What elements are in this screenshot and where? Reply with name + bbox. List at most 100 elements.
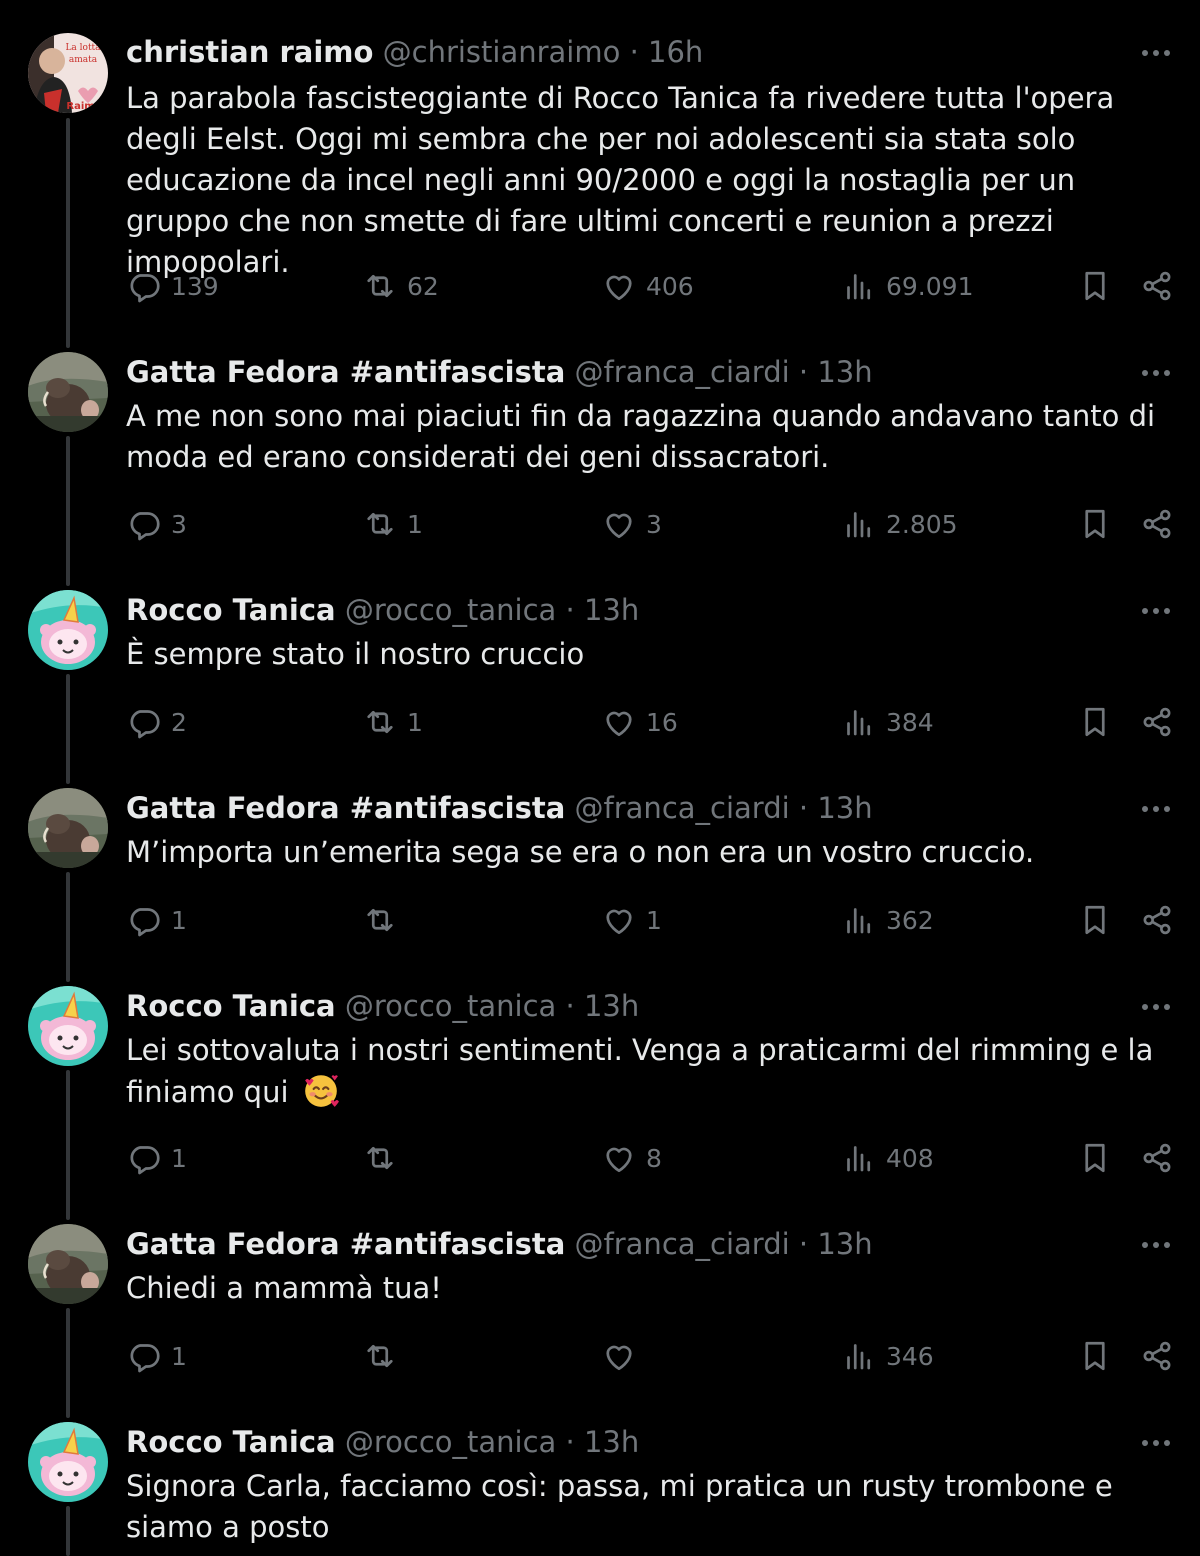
like-button[interactable]: 406 bbox=[601, 266, 694, 306]
share-button[interactable] bbox=[1139, 1336, 1175, 1376]
tweet[interactable]: La lotta amata Raimo christian raimo @ch… bbox=[0, 0, 1200, 350]
more-options-button[interactable] bbox=[1138, 593, 1174, 629]
user-handle[interactable]: @franca_ciardi bbox=[575, 355, 790, 389]
reply-button[interactable]: 139 bbox=[126, 266, 219, 306]
like-icon bbox=[606, 275, 632, 301]
display-name[interactable]: Rocco Tanica bbox=[126, 989, 336, 1023]
bookmark-button[interactable] bbox=[1077, 702, 1113, 742]
views-icon bbox=[847, 710, 871, 736]
avatar[interactable] bbox=[28, 1422, 108, 1502]
more-options-button[interactable] bbox=[1138, 355, 1174, 391]
avatar[interactable] bbox=[28, 590, 108, 670]
avatar-image bbox=[28, 788, 108, 868]
tweet[interactable]: Rocco Tanica @rocco_tanica · 13h Lei sot… bbox=[0, 984, 1200, 1222]
more-options-button[interactable] bbox=[1138, 989, 1174, 1025]
repost-button[interactable]: 1 bbox=[362, 702, 423, 742]
display-name[interactable]: Rocco Tanica bbox=[126, 593, 336, 627]
reply-button[interactable]: 1 bbox=[126, 1336, 187, 1376]
like-count: 16 bbox=[646, 707, 678, 737]
views-icon bbox=[847, 1344, 871, 1370]
views-button[interactable]: 346 bbox=[841, 1336, 934, 1376]
repost-button[interactable] bbox=[362, 1336, 407, 1376]
like-button[interactable]: 3 bbox=[601, 504, 662, 544]
display-name[interactable]: Gatta Fedora #antifascista bbox=[126, 355, 565, 389]
views-button[interactable]: 362 bbox=[841, 900, 934, 940]
like-count: 406 bbox=[646, 271, 694, 301]
share-icon bbox=[1143, 905, 1171, 935]
share-button[interactable] bbox=[1139, 504, 1175, 544]
user-handle[interactable]: @christianraimo bbox=[383, 35, 621, 69]
views-button[interactable]: 2.805 bbox=[841, 504, 958, 544]
bookmark-button[interactable] bbox=[1077, 266, 1113, 306]
more-options-button[interactable] bbox=[1138, 791, 1174, 827]
user-handle[interactable]: @rocco_tanica bbox=[345, 593, 556, 627]
bookmark-button[interactable] bbox=[1077, 900, 1113, 940]
thread-line bbox=[66, 674, 70, 784]
user-handle[interactable]: @rocco_tanica bbox=[345, 1425, 556, 1459]
reply-icon bbox=[130, 710, 160, 739]
bookmark-button[interactable] bbox=[1077, 1138, 1113, 1178]
like-icon bbox=[606, 711, 632, 737]
tweet-text: Chiedi a mammà tua! bbox=[126, 1271, 442, 1305]
more-options-button[interactable] bbox=[1138, 35, 1174, 71]
avatar[interactable] bbox=[28, 352, 108, 432]
views-button[interactable]: 408 bbox=[841, 1138, 934, 1178]
bookmark-button[interactable] bbox=[1077, 1336, 1113, 1376]
repost-icon bbox=[367, 512, 393, 536]
tweet-text: È sempre stato il nostro cruccio bbox=[126, 637, 585, 671]
more-icon bbox=[1142, 370, 1170, 376]
repost-button[interactable]: 1 bbox=[362, 504, 423, 544]
separator: · bbox=[798, 1227, 809, 1261]
reply-button[interactable]: 1 bbox=[126, 900, 187, 940]
timestamp[interactable]: 13h bbox=[817, 355, 872, 389]
tweet[interactable]: Gatta Fedora #antifascista @franca_ciard… bbox=[0, 350, 1200, 588]
tweet[interactable]: Gatta Fedora #antifascista @franca_ciard… bbox=[0, 1222, 1200, 1420]
like-button[interactable]: 1 bbox=[601, 900, 662, 940]
timestamp[interactable]: 13h bbox=[817, 791, 872, 825]
like-button[interactable]: 16 bbox=[601, 702, 678, 742]
avatar[interactable] bbox=[28, 788, 108, 868]
more-options-button[interactable] bbox=[1138, 1425, 1174, 1461]
repost-button[interactable] bbox=[362, 1138, 407, 1178]
views-icon bbox=[847, 1146, 871, 1172]
timestamp[interactable]: 13h bbox=[584, 593, 639, 627]
tweet[interactable]: Rocco Tanica @rocco_tanica · 13h È sempr… bbox=[0, 588, 1200, 786]
like-button[interactable]: 8 bbox=[601, 1138, 662, 1178]
views-button[interactable]: 384 bbox=[841, 702, 934, 742]
repost-button[interactable] bbox=[362, 900, 407, 940]
reply-button[interactable]: 3 bbox=[126, 504, 187, 544]
share-button[interactable] bbox=[1139, 702, 1175, 742]
reply-button[interactable]: 2 bbox=[126, 702, 187, 742]
user-handle[interactable]: @rocco_tanica bbox=[345, 989, 556, 1023]
share-button[interactable] bbox=[1139, 1138, 1175, 1178]
bookmark-button[interactable] bbox=[1077, 504, 1113, 544]
user-handle[interactable]: @franca_ciardi bbox=[575, 791, 790, 825]
tweet[interactable]: Rocco Tanica @rocco_tanica · 13h Signora… bbox=[0, 1420, 1200, 1556]
avatar[interactable]: La lotta amata Raimo bbox=[28, 33, 108, 113]
display-name[interactable]: christian raimo bbox=[126, 35, 373, 69]
avatar-image bbox=[28, 590, 108, 670]
share-icon bbox=[1143, 271, 1171, 301]
separator: · bbox=[798, 355, 809, 389]
timestamp[interactable]: 13h bbox=[584, 989, 639, 1023]
avatar[interactable] bbox=[28, 1224, 108, 1304]
separator: · bbox=[565, 1425, 575, 1459]
share-button[interactable] bbox=[1139, 900, 1175, 940]
timestamp[interactable]: 13h bbox=[584, 1425, 639, 1459]
repost-button[interactable]: 62 bbox=[362, 266, 439, 306]
timestamp[interactable]: 13h bbox=[817, 1227, 872, 1261]
display-name[interactable]: Gatta Fedora #antifascista bbox=[126, 1227, 565, 1261]
more-options-button[interactable] bbox=[1138, 1227, 1174, 1263]
share-button[interactable] bbox=[1139, 266, 1175, 306]
display-name[interactable]: Rocco Tanica bbox=[126, 1425, 336, 1459]
like-button[interactable] bbox=[601, 1336, 646, 1376]
tweet[interactable]: Gatta Fedora #antifascista @franca_ciard… bbox=[0, 786, 1200, 984]
display-name[interactable]: Gatta Fedora #antifascista bbox=[126, 791, 565, 825]
reply-button[interactable]: 1 bbox=[126, 1138, 187, 1178]
avatar[interactable] bbox=[28, 986, 108, 1066]
user-handle[interactable]: @franca_ciardi bbox=[575, 1227, 790, 1261]
views-button[interactable]: 69.091 bbox=[841, 266, 973, 306]
more-icon bbox=[1142, 806, 1170, 812]
tweet-header: Gatta Fedora #antifascista @franca_ciard… bbox=[126, 1224, 873, 1264]
timestamp[interactable]: 16h bbox=[648, 35, 703, 69]
